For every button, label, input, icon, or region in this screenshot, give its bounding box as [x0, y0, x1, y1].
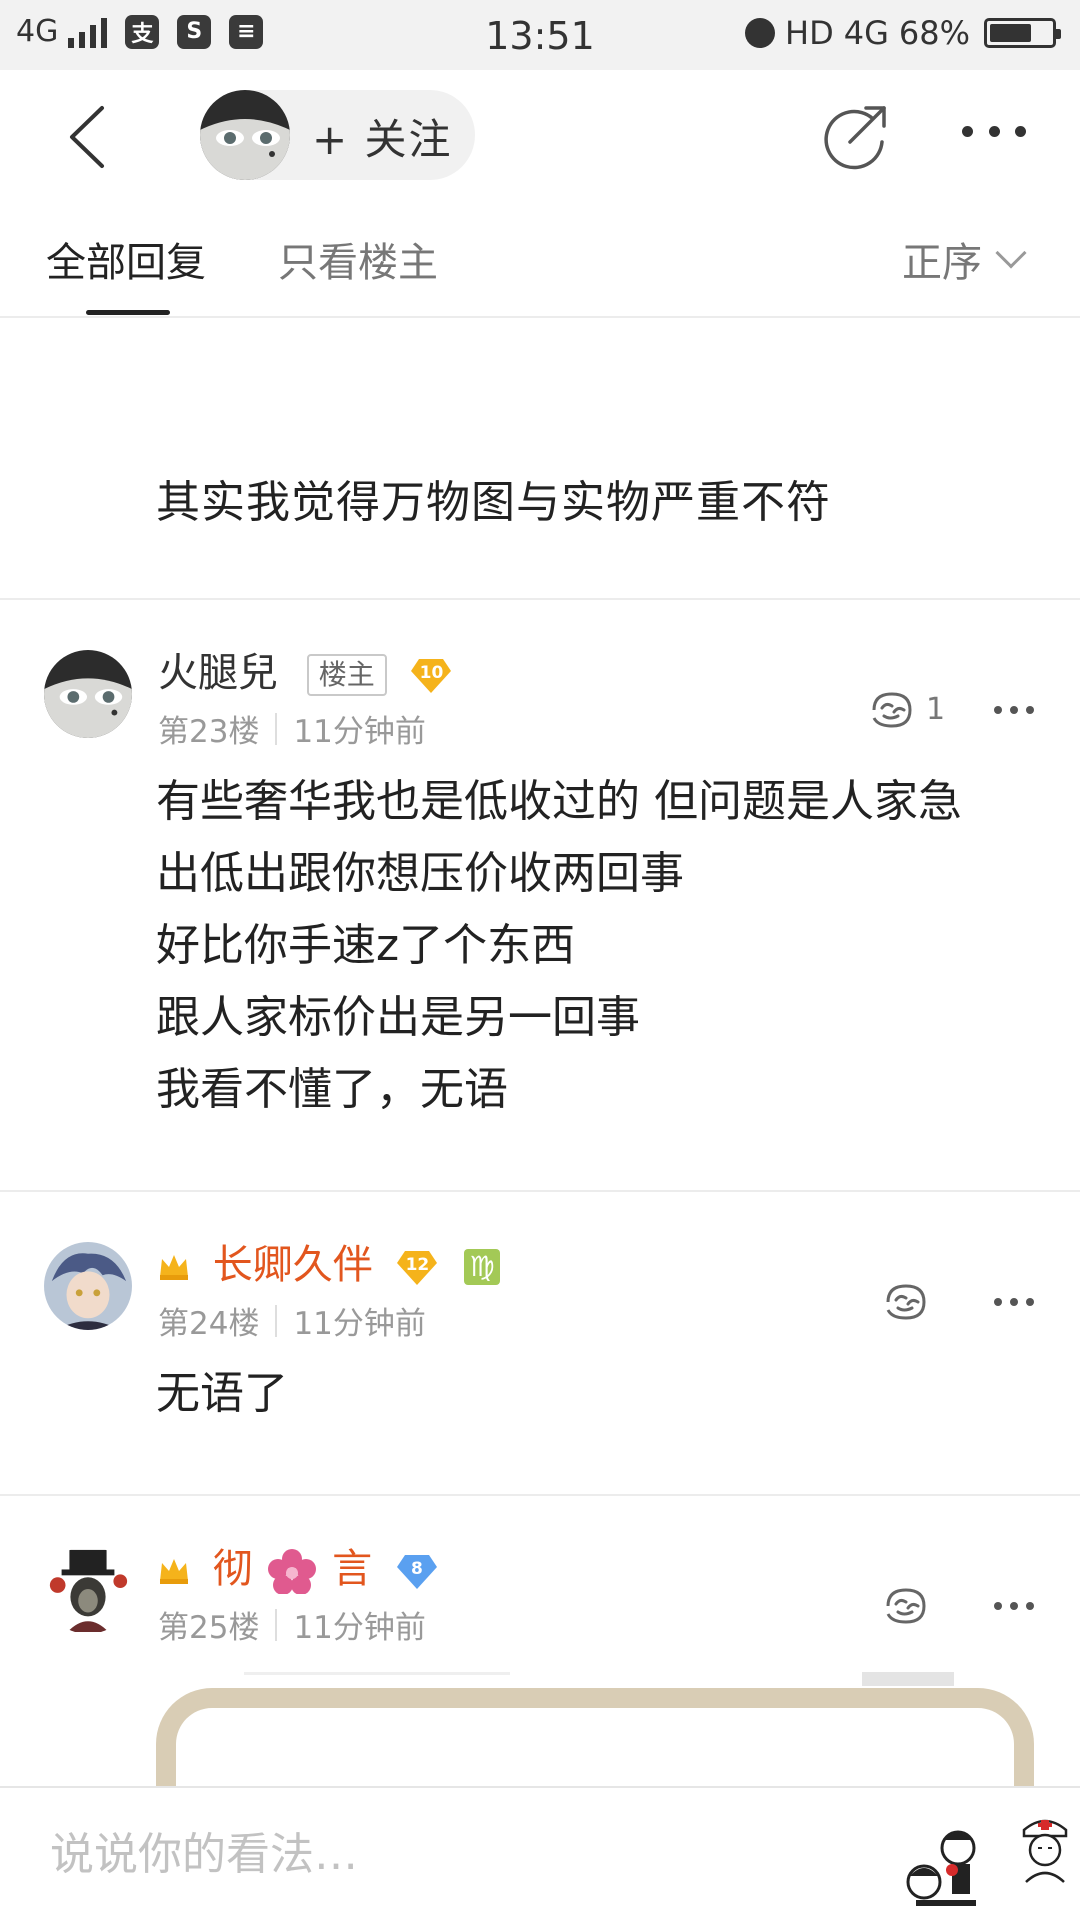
like-button[interactable] — [868, 688, 916, 732]
divider — [0, 1494, 1080, 1496]
hd-label: HD — [785, 14, 834, 52]
post-more-button[interactable] — [994, 706, 1034, 716]
more-options-button[interactable] — [962, 126, 1026, 146]
network-right-label: 4G — [843, 14, 889, 52]
level-badge: 10 — [411, 655, 452, 695]
post-meta: 第24楼 11分钟前 — [158, 1298, 426, 1343]
floor-number: 第23楼 — [158, 714, 260, 750]
chevron-down-icon — [995, 237, 1027, 269]
follow-button-label: + 关注 — [312, 115, 453, 164]
post-time: 11分钟前 — [293, 1610, 426, 1646]
status-right: HD 4G 68% — [745, 14, 1061, 52]
username-row: 火腿兒 楼主 10 — [158, 640, 452, 698]
image-edge — [862, 1672, 954, 1686]
username-part[interactable]: 彻 — [213, 1546, 253, 1592]
divider — [0, 1190, 1080, 1192]
post-line: 无语了 — [156, 1368, 288, 1419]
post-line: 出低出跟你想压价收两回事 — [156, 848, 684, 899]
level-number: 12 — [405, 1255, 430, 1275]
username-row: 彻 言 8 — [158, 1536, 437, 1594]
post-time: 11分钟前 — [293, 714, 426, 750]
avatar[interactable] — [44, 650, 132, 738]
avatar[interactable] — [44, 1242, 132, 1330]
post-image[interactable] — [156, 1688, 1034, 1788]
status-bar: 4G 支 S ≡ 13:51 HD 4G 68% — [0, 0, 1080, 70]
level-badge: 8 — [396, 1551, 437, 1591]
post-body: 无语了 — [156, 1358, 288, 1430]
reply-tabs: 全部回复 只看楼主 正序 — [0, 200, 1080, 318]
post-line: 好比你手速z了个东西 — [156, 920, 576, 971]
avatar[interactable] — [44, 1546, 132, 1634]
vip-crown-icon — [160, 1559, 188, 1584]
post-meta: 第25楼 11分钟前 — [158, 1602, 426, 1647]
sakura-flower-icon — [268, 1549, 317, 1594]
tab-all-replies[interactable]: 全部回复 — [46, 230, 206, 288]
alarm-icon — [745, 18, 776, 48]
meta-separator — [275, 1608, 278, 1641]
battery-percent: 68% — [898, 14, 970, 52]
username-part[interactable]: 言 — [332, 1546, 372, 1592]
post-time: 11分钟前 — [293, 1306, 426, 1342]
username-row: 长卿久伴 12 ♍ — [158, 1232, 501, 1290]
post-line: 有些奢华我也是低收过的 但问题是人家急 — [156, 776, 962, 827]
battery-icon — [984, 18, 1061, 48]
floor-number: 第25楼 — [158, 1610, 260, 1646]
back-button[interactable] — [62, 102, 122, 172]
back-arrow-icon — [70, 106, 104, 168]
sticker-nurse-icon[interactable] — [1016, 1812, 1074, 1884]
like-count: 1 — [926, 692, 946, 727]
owner-avatar[interactable] — [200, 90, 290, 180]
comment-input[interactable] — [50, 1826, 830, 1882]
post-body: 有些奢华我也是低收过的 但问题是人家急 出低出跟你想压价收两回事 好比你手速z了… — [156, 766, 962, 1126]
tab-owner-only[interactable]: 只看楼主 — [278, 230, 438, 288]
follow-pill[interactable]: + 关注 — [200, 90, 475, 180]
comment-bar — [0, 1786, 1080, 1920]
meta-separator — [275, 1304, 278, 1337]
meta-separator — [275, 712, 278, 745]
username[interactable]: 长卿久伴 — [213, 1242, 373, 1288]
level-badge: 12 — [397, 1247, 438, 1287]
sticker-meme-icon[interactable] — [902, 1820, 994, 1916]
share-button[interactable] — [822, 102, 890, 170]
post-line: 跟人家标价出是另一回事 — [156, 992, 640, 1043]
like-button[interactable] — [882, 1280, 930, 1324]
active-tab-indicator — [86, 310, 170, 315]
level-number: 10 — [419, 663, 444, 683]
zodiac-virgo-icon: ♍ — [464, 1249, 501, 1285]
post-line: 我看不懂了，无语 — [156, 1064, 508, 1115]
level-number: 8 — [410, 1559, 423, 1579]
like-button[interactable] — [882, 1584, 930, 1628]
top-nav: + 关注 — [0, 70, 1080, 200]
divider — [0, 598, 1080, 600]
like-icon — [886, 1284, 926, 1320]
post-more-button[interactable] — [994, 1602, 1034, 1612]
like-icon — [886, 1588, 926, 1624]
like-icon — [872, 692, 912, 728]
sort-dropdown[interactable]: 正序 — [902, 230, 1027, 288]
vip-crown-icon — [160, 1255, 188, 1280]
previous-reply: 其实我觉得万物图与实物严重不符 — [0, 318, 1080, 598]
reply-text: 其实我觉得万物图与实物严重不符 — [156, 477, 831, 528]
owner-tag: 楼主 — [306, 654, 387, 696]
post-more-button[interactable] — [994, 1298, 1034, 1308]
floor-number: 第24楼 — [158, 1306, 260, 1342]
post-meta: 第23楼 11分钟前 — [158, 706, 426, 751]
share-icon — [824, 106, 886, 170]
image-edge — [244, 1672, 510, 1675]
username[interactable]: 火腿兒 — [158, 650, 278, 696]
sort-label: 正序 — [902, 240, 982, 286]
